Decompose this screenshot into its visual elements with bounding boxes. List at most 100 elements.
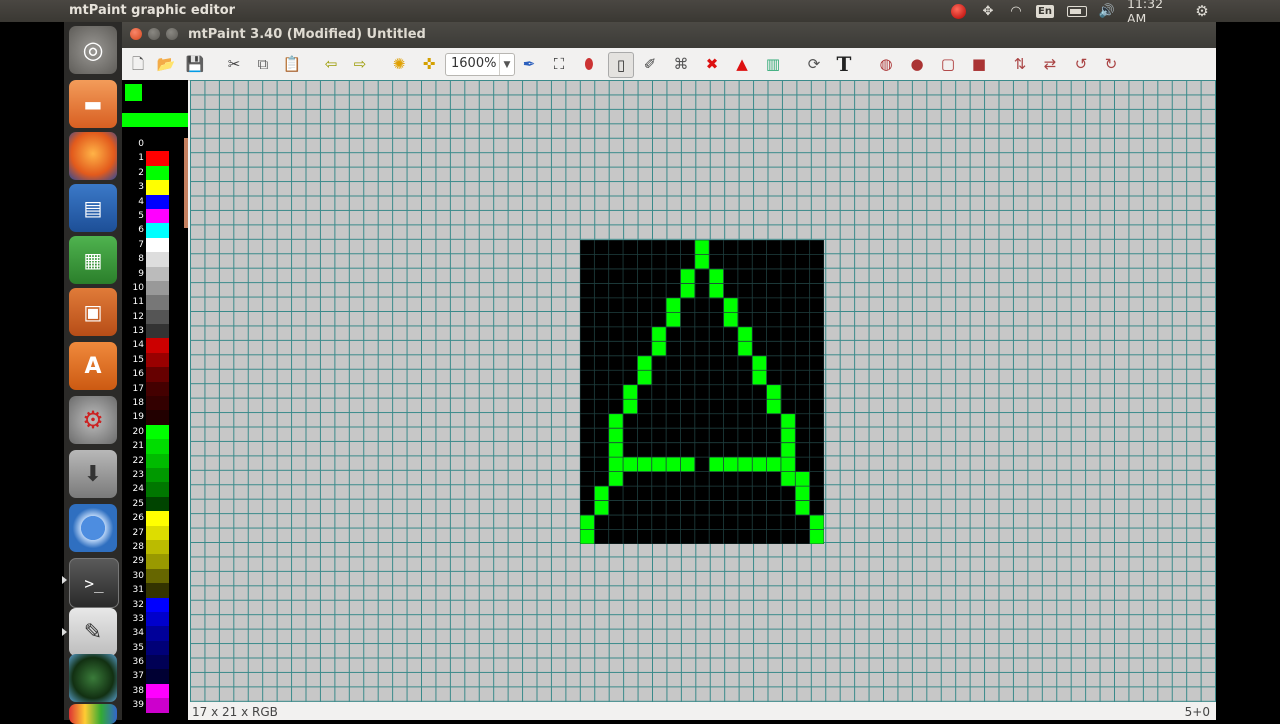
palette-swatch[interactable] xyxy=(146,511,169,526)
palette-swatch[interactable] xyxy=(146,223,169,238)
shuffle-icon[interactable]: ⛶ xyxy=(547,52,571,76)
palette-swatch[interactable] xyxy=(146,698,169,713)
wifi-icon[interactable]: ◠ xyxy=(1006,2,1026,20)
minimize-window-button[interactable] xyxy=(148,28,160,40)
palette-swatch[interactable] xyxy=(146,583,169,598)
palette-entry[interactable]: 12 xyxy=(122,309,182,325)
palette-swatch[interactable] xyxy=(146,539,169,555)
palette-swatch[interactable] xyxy=(146,352,169,368)
palette-swatch[interactable] xyxy=(146,180,169,195)
palette-swatch[interactable] xyxy=(146,482,169,497)
palette-entry[interactable]: 24 xyxy=(122,482,182,497)
palette-entry[interactable]: 39 xyxy=(122,698,182,713)
system-settings-icon[interactable]: ⚙ xyxy=(69,396,117,444)
palette-swatch[interactable] xyxy=(146,208,169,224)
filled-rectangle-icon[interactable]: ■ xyxy=(967,52,991,76)
palette-entry[interactable]: 38 xyxy=(122,683,182,699)
palette-entry[interactable]: 15 xyxy=(122,352,182,368)
copy-icon[interactable]: ⧉ xyxy=(251,52,275,76)
color-pencils-icon[interactable] xyxy=(69,704,117,724)
palette-swatch[interactable] xyxy=(146,683,169,699)
palette-swatch[interactable] xyxy=(146,137,169,152)
palette-entry[interactable]: 23 xyxy=(122,467,182,483)
libreoffice-impress-icon[interactable]: ▣ xyxy=(69,288,117,336)
keyboard-language-indicator[interactable]: En xyxy=(1035,2,1055,20)
smudge-icon[interactable]: ✐ xyxy=(638,52,662,76)
gradient-icon[interactable]: ▥ xyxy=(761,52,785,76)
palette-swatch[interactable] xyxy=(146,568,169,584)
flip-horizontal-icon[interactable]: ⇄ xyxy=(1038,52,1062,76)
paste-icon[interactable]: 📋 xyxy=(280,52,304,76)
palette-entry[interactable]: 25 xyxy=(122,496,182,512)
undo-icon[interactable]: ⇦ xyxy=(319,52,343,76)
palette-swatch[interactable] xyxy=(146,165,169,181)
palette-entry[interactable]: 33 xyxy=(122,611,182,627)
palette-swatch[interactable] xyxy=(146,655,169,670)
redo-icon[interactable]: ⇨ xyxy=(348,52,372,76)
chevron-down-icon[interactable]: ▼ xyxy=(499,54,514,75)
firefox-icon[interactable] xyxy=(69,132,117,180)
lasso-icon[interactable]: ⟳ xyxy=(802,52,826,76)
mtpaint-icon[interactable]: ✎ xyxy=(69,608,117,656)
gimp-icon[interactable] xyxy=(69,654,117,702)
palette-entry[interactable]: 34 xyxy=(122,626,182,641)
software-center-icon[interactable]: A xyxy=(69,342,117,390)
palette-swatch[interactable] xyxy=(146,151,169,166)
palette-swatch[interactable] xyxy=(146,453,169,468)
palette-swatch[interactable] xyxy=(146,252,169,267)
background-color-swatch[interactable] xyxy=(144,84,161,101)
palette-entry[interactable]: 36 xyxy=(122,655,182,670)
rotate-right-icon[interactable]: ↻ xyxy=(1099,52,1123,76)
flood-fill-icon[interactable]: ⬮ xyxy=(577,52,601,76)
palette-swatch[interactable] xyxy=(146,237,169,253)
palette-entry[interactable]: 3 xyxy=(122,180,182,195)
palette-entry[interactable]: 28 xyxy=(122,539,182,555)
pixel-image[interactable] xyxy=(580,240,824,544)
palette-entry[interactable]: 35 xyxy=(122,640,182,656)
palette-entry[interactable]: 4 xyxy=(122,194,182,209)
palette-entry[interactable]: 11 xyxy=(122,295,182,310)
palette-swatch[interactable] xyxy=(146,597,169,612)
palette-entry[interactable]: 16 xyxy=(122,367,182,382)
palette-entry[interactable]: 27 xyxy=(122,525,182,540)
palette-entry[interactable]: 37 xyxy=(122,669,182,684)
palette-entry[interactable]: 6 xyxy=(122,223,182,238)
volume-icon[interactable]: 🔊 xyxy=(1097,2,1117,20)
selection-icon[interactable]: ✖ xyxy=(700,52,724,76)
palette-swatch[interactable] xyxy=(146,266,169,281)
update-manager-icon[interactable]: ⬇ xyxy=(69,450,117,498)
palette-entry[interactable]: 31 xyxy=(122,583,182,598)
palette-swatch[interactable] xyxy=(146,439,169,454)
palette-entry[interactable]: 32 xyxy=(122,597,182,612)
flip-vertical-icon[interactable]: ⇅ xyxy=(1008,52,1032,76)
paint-brush-icon[interactable]: ✒ xyxy=(517,52,541,76)
clone-icon[interactable]: ⌘ xyxy=(669,52,693,76)
line-tool-icon[interactable]: ▯ xyxy=(608,52,634,78)
clock[interactable]: 11:32 AM xyxy=(1127,0,1185,26)
palette-swatch[interactable] xyxy=(146,467,169,483)
ubuntu-dash-icon[interactable]: ◎ xyxy=(69,26,117,74)
palette-entry[interactable]: 18 xyxy=(122,396,182,411)
files-icon[interactable]: ▬ xyxy=(69,80,117,128)
palette-entry[interactable]: 8 xyxy=(122,252,182,267)
new-file-icon[interactable]: 🗋 xyxy=(126,52,150,76)
palette-swatch[interactable] xyxy=(146,396,169,411)
palette-swatch[interactable] xyxy=(146,367,169,382)
palette-entry[interactable]: 22 xyxy=(122,453,182,468)
close-window-button[interactable] xyxy=(130,28,142,40)
rotate-left-icon[interactable]: ↺ xyxy=(1069,52,1093,76)
palette-swatch[interactable] xyxy=(146,338,169,353)
palette-swatch[interactable] xyxy=(146,280,169,296)
palette-swatch[interactable] xyxy=(146,554,169,569)
move-zoom-icon[interactable]: ✜ xyxy=(417,52,441,76)
palette-entry[interactable]: 1 xyxy=(122,151,182,166)
palette-swatch[interactable] xyxy=(146,295,169,310)
palette-entry[interactable]: 10 xyxy=(122,280,182,296)
open-file-icon[interactable]: 📂 xyxy=(154,52,178,76)
palette-entry[interactable]: 30 xyxy=(122,568,182,584)
terminal-icon[interactable]: >_ xyxy=(69,558,119,608)
libreoffice-calc-icon[interactable]: ▦ xyxy=(69,236,117,284)
dropbox-icon[interactable]: ✥ xyxy=(979,2,997,20)
palette-swatch[interactable] xyxy=(146,640,169,656)
palette-entry[interactable]: 29 xyxy=(122,554,182,569)
